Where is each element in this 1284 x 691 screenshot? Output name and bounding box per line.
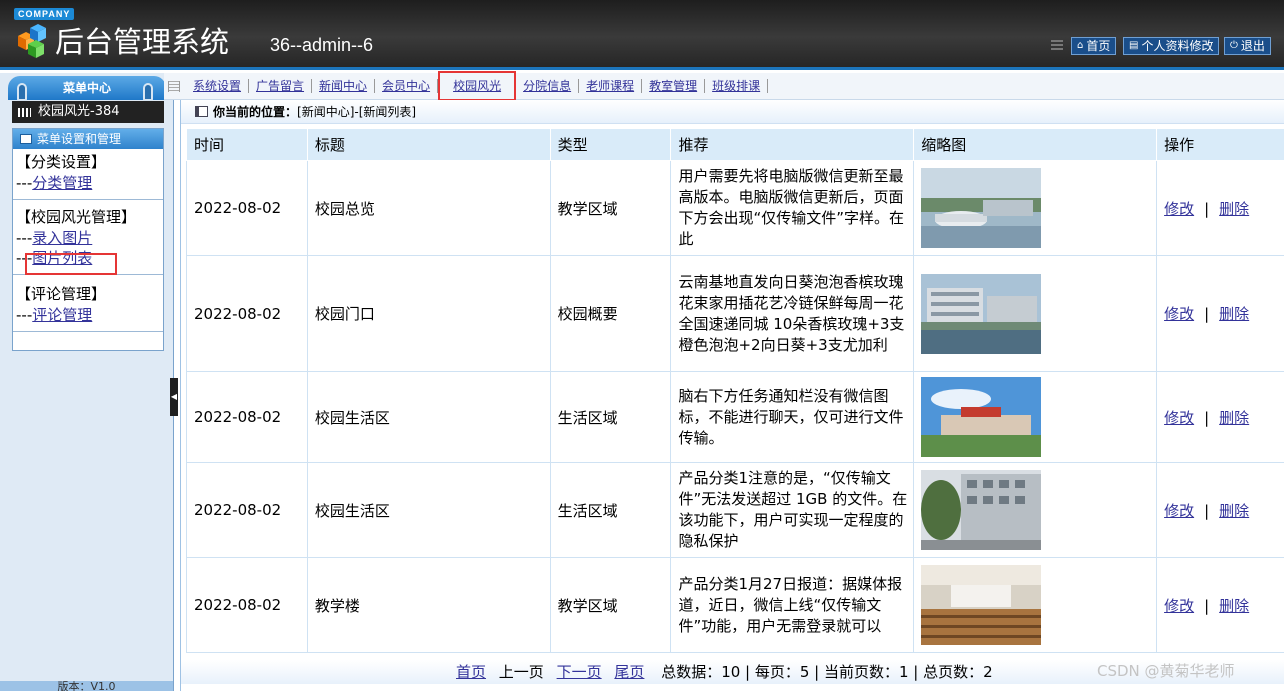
header-grip-icon (1051, 40, 1063, 50)
table-header-row: 时间 标题 类型 推荐 缩略图 操作 (186, 128, 1284, 161)
menu-link-comment-manage[interactable]: 评论管理 (32, 306, 92, 324)
home-button[interactable]: ⌂ 首页 (1071, 37, 1117, 55)
nav-grip-icon (168, 80, 180, 92)
menu-panel: 菜单设置和管理 【分类设置】 ---分类管理 【校园风光管理】 ---录入图片 … (12, 128, 164, 351)
delete-link[interactable]: 删除 (1219, 597, 1249, 615)
home-icon: ⌂ (1077, 40, 1084, 51)
nav-ad-messages[interactable]: 广告留言 (249, 79, 313, 93)
col-header-thumbnail: 缩略图 (913, 128, 1158, 161)
table-row: 2022-08-02 校园总览 教学区域 用户需要先将电脑版微信更新至最高版本。… (186, 160, 1284, 256)
cubes-logo-icon (18, 24, 46, 58)
header-bar: COMPANY 后台管理系统 36--admin--6 ⌂ 首页 ▤ 个人资料修… (0, 0, 1284, 70)
delete-link[interactable]: 删除 (1219, 305, 1249, 323)
pin-icon (143, 83, 153, 101)
delete-link[interactable]: 删除 (1219, 200, 1249, 218)
prev-page-label: 上一页 (498, 663, 544, 681)
delete-link[interactable]: 删除 (1219, 409, 1249, 427)
version-footer: 版本：V1.0 (0, 681, 173, 691)
nav-branch-info[interactable]: 分院信息 (516, 79, 580, 93)
pin-icon (17, 83, 27, 101)
menu-link-category-manage[interactable]: 分类管理 (32, 174, 92, 192)
table-row: 2022-08-02 校园生活区 生活区域 产品分类1注意的是，“仅传输文件”无… (186, 462, 1284, 558)
first-page-link[interactable]: 首页 (456, 663, 486, 681)
pagination-stats: 总数据：10 | 每页：5 | 当前页数：1 | 总页数：2 (661, 663, 993, 681)
grid-icon (18, 108, 31, 117)
thumbnail-image[interactable] (921, 273, 1042, 354)
left-sidebar: 菜单中心 校园风光-384 菜单设置和管理 【分类设置】 ---分类管理 【校园… (0, 73, 174, 691)
col-header-time: 时间 (186, 128, 308, 161)
col-header-actions: 操作 (1156, 128, 1284, 161)
next-page-link[interactable]: 下一页 (557, 663, 602, 681)
nav-news-center[interactable]: 新闻中心 (312, 79, 376, 93)
power-icon: ⏻ (1230, 40, 1238, 51)
delete-link[interactable]: 删除 (1219, 502, 1249, 520)
nav-campus-scenery[interactable]: 校园风光 (438, 71, 517, 101)
panel-icon (20, 134, 32, 144)
last-page-link[interactable]: 尾页 (614, 663, 644, 681)
top-nav: 系统设置 广告留言 新闻中心 会员中心 校园风光 分院信息 老师课程 教室管理 … (164, 71, 1284, 101)
edit-link[interactable]: 修改 (1164, 305, 1194, 323)
menu-link-add-image[interactable]: 录入图片 (32, 229, 92, 247)
breadcrumb: 你当前的位置：[新闻中心]-[新闻列表] (181, 100, 1284, 124)
current-module-tab[interactable]: 校园风光-384 (12, 101, 164, 123)
thumbnail-image[interactable] (921, 470, 1042, 550)
location-icon (195, 106, 208, 117)
watermark: CSDN @黄菊华老师 (1097, 662, 1235, 680)
thumbnail-image[interactable] (921, 168, 1042, 248)
col-header-title: 标题 (306, 128, 551, 161)
company-badge: COMPANY (14, 8, 75, 20)
menu-link-image-list[interactable]: 图片列表 (32, 249, 92, 267)
col-header-type: 类型 (549, 128, 672, 161)
table-row: 2022-08-02 校园生活区 生活区域 脑右下方任务通知栏没有微信图标，不能… (186, 371, 1284, 463)
profile-edit-button[interactable]: ▤ 个人资料修改 (1123, 37, 1220, 55)
table-row: 2022-08-02 教学楼 教学区域 产品分类1月27日报道：据媒体报道，近日… (186, 557, 1284, 653)
system-title: 后台管理系统 (55, 25, 230, 59)
nav-class-schedule[interactable]: 班级排课 (705, 79, 769, 93)
nav-system-settings[interactable]: 系统设置 (186, 79, 250, 93)
table-row: 2022-08-02 校园门口 校园概要 云南基地直发向日葵泡泡香槟玫瑰花束家用… (186, 255, 1284, 372)
menu-group-category: 【分类设置】 ---分类管理 (13, 149, 163, 200)
edit-link[interactable]: 修改 (1164, 597, 1194, 615)
thumbnail-image[interactable] (921, 565, 1042, 645)
nav-teacher-courses[interactable]: 老师课程 (579, 79, 643, 93)
sidebar-collapse-toggle[interactable]: ◀ (170, 378, 178, 416)
edit-link[interactable]: 修改 (1164, 502, 1194, 520)
thumbnail-image[interactable] (921, 377, 1042, 457)
menu-group-comment: 【评论管理】 ---评论管理 (13, 275, 163, 332)
menu-panel-title: 菜单设置和管理 (13, 129, 163, 149)
edit-link[interactable]: 修改 (1164, 200, 1194, 218)
logout-button[interactable]: ⏻ 退出 (1224, 37, 1271, 55)
menu-group-scenery: 【校园风光管理】 ---录入图片 ---图片列表 (13, 200, 163, 275)
image-list-table: 时间 标题 类型 推荐 缩略图 操作 2022-08-02 校园总览 教学区域 … (186, 128, 1284, 653)
main-content: 你当前的位置：[新闻中心]-[新闻列表] 时间 标题 类型 推荐 缩略图 操作 … (180, 100, 1284, 691)
nav-classroom-manage[interactable]: 教室管理 (642, 79, 706, 93)
profile-icon: ▤ (1129, 40, 1139, 51)
user-info: 36--admin--6 (270, 35, 374, 55)
edit-link[interactable]: 修改 (1164, 409, 1194, 427)
nav-member-center[interactable]: 会员中心 (375, 79, 439, 93)
col-header-recommend: 推荐 (670, 128, 915, 161)
